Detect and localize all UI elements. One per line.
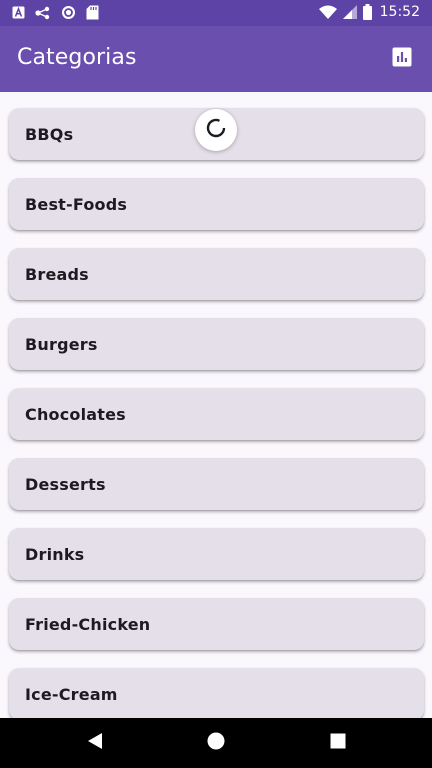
category-label: Desserts <box>25 475 106 494</box>
wifi-icon <box>318 5 337 19</box>
category-item-ice-cream[interactable]: Ice-Cream <box>9 668 424 718</box>
back-icon <box>87 732 103 755</box>
category-item-burgers[interactable]: Burgers <box>9 318 424 370</box>
status-time: 15:52 <box>379 4 420 20</box>
category-label: Fried-Chicken <box>25 615 151 634</box>
status-notifications <box>12 5 109 20</box>
category-label: Drinks <box>25 545 85 564</box>
sync-circle-icon <box>61 5 76 20</box>
category-item-best-foods[interactable]: Best-Foods <box>9 178 424 230</box>
recents-button[interactable] <box>325 730 351 756</box>
category-list-container[interactable]: BBQs Best-Foods Breads Burgers Chocolate… <box>0 92 432 718</box>
home-button[interactable] <box>203 730 229 756</box>
notification-a-icon <box>12 6 25 19</box>
status-bar: 15:52 <box>0 0 432 26</box>
status-system: 15:52 <box>313 4 420 20</box>
category-item-fried-chicken[interactable]: Fried-Chicken <box>9 598 424 650</box>
home-icon <box>207 732 225 755</box>
loading-icon <box>205 117 227 144</box>
category-label: Burgers <box>25 335 98 354</box>
category-label: Breads <box>25 265 89 284</box>
category-label: Chocolates <box>25 405 126 424</box>
category-label: BBQs <box>25 125 74 144</box>
sd-card-icon <box>86 5 99 20</box>
page-title: Categorias <box>17 45 137 70</box>
category-label: Ice-Cream <box>25 685 118 704</box>
category-item-breads[interactable]: Breads <box>9 248 424 300</box>
recents-icon <box>330 733 346 754</box>
refresh-spinner <box>195 109 237 151</box>
category-label: Best-Foods <box>25 195 128 214</box>
navigation-bar <box>0 718 432 768</box>
bar-chart-icon <box>392 47 412 72</box>
statistics-button[interactable] <box>382 39 422 79</box>
signal-dots-icon <box>35 6 51 20</box>
category-item-chocolates[interactable]: Chocolates <box>9 388 424 440</box>
category-item-desserts[interactable]: Desserts <box>9 458 424 510</box>
category-item-drinks[interactable]: Drinks <box>9 528 424 580</box>
cell-signal-icon <box>342 5 357 19</box>
app-bar: Categorias <box>0 26 432 92</box>
back-button[interactable] <box>82 730 108 756</box>
battery-icon <box>362 4 372 20</box>
